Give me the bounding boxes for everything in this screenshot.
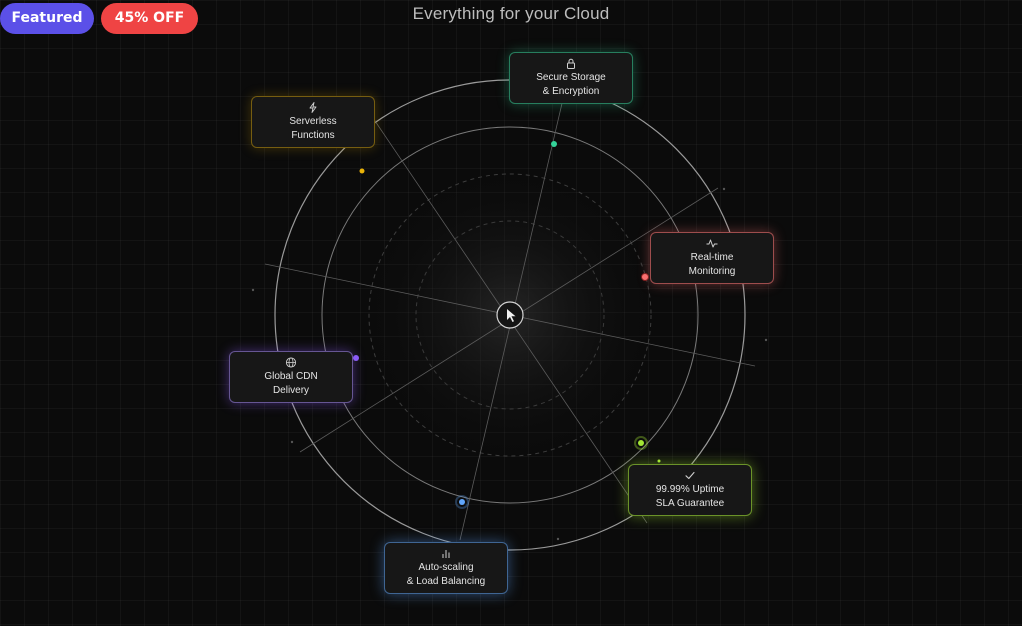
feature-subtitle: & Encryption xyxy=(542,86,600,97)
feature-title: Serverless xyxy=(289,116,337,127)
feature-title: Global CDN xyxy=(264,371,318,382)
feature-subtitle: Delivery xyxy=(272,385,310,396)
feature-subtitle: & Load Balancing xyxy=(406,576,486,587)
center-node[interactable] xyxy=(496,301,524,329)
lightning-icon xyxy=(309,102,317,113)
feature-card-secure-storage[interactable]: Secure Storage & Encryption xyxy=(509,52,633,104)
feature-card-global-cdn[interactable]: Global CDN Delivery xyxy=(229,351,353,403)
lock-icon xyxy=(567,58,575,69)
feature-title: 99.99% Uptime xyxy=(655,484,725,495)
feature-card-serverless[interactable]: Serverless Functions xyxy=(251,96,375,148)
feature-card-monitoring[interactable]: Real-time Monitoring xyxy=(650,232,774,284)
feature-title: Secure Storage xyxy=(536,72,606,83)
bar-chart-icon xyxy=(442,550,450,558)
check-icon xyxy=(685,471,695,480)
page-title: Everything for your Cloud xyxy=(412,4,610,23)
feature-card-autoscaling[interactable]: Auto-scaling & Load Balancing xyxy=(384,542,508,594)
globe-icon xyxy=(285,357,297,368)
stage: Featured 45% OFF Everything for your Clo… xyxy=(0,0,1022,626)
feature-subtitle: SLA Guarantee xyxy=(655,498,725,509)
feature-subtitle: Functions xyxy=(291,130,335,141)
feature-title: Auto-scaling xyxy=(418,562,474,573)
activity-icon xyxy=(706,239,718,248)
feature-card-uptime[interactable]: 99.99% Uptime SLA Guarantee xyxy=(628,464,752,516)
feature-title: Real-time xyxy=(690,252,734,263)
feature-subtitle: Monitoring xyxy=(688,266,736,277)
